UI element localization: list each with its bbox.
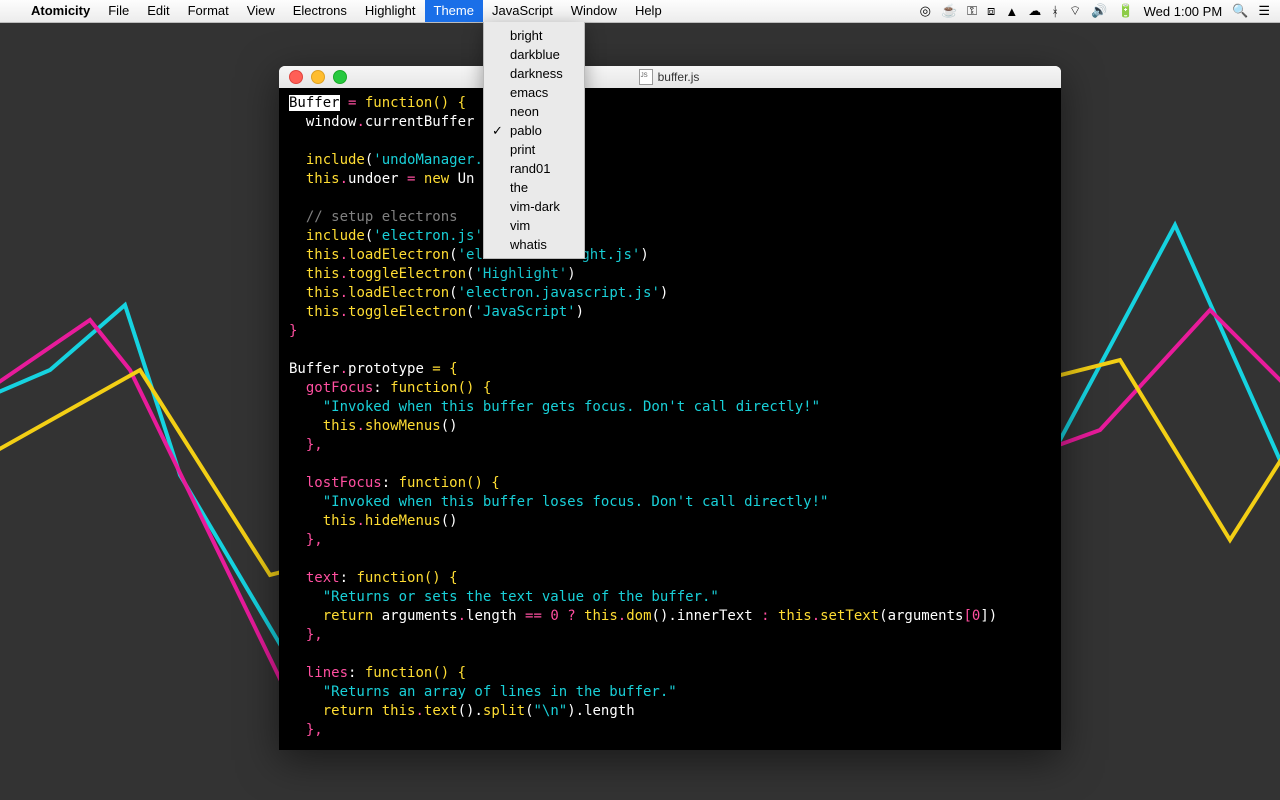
theme-item-pablo[interactable]: ✓pablo xyxy=(484,121,584,140)
theme-item-vim[interactable]: vim xyxy=(484,216,584,235)
window-titlebar[interactable]: buffer.js xyxy=(279,66,1061,89)
app-menu[interactable]: Atomicity xyxy=(22,0,99,22)
theme-item-the[interactable]: the xyxy=(484,178,584,197)
menu-electrons[interactable]: Electrons xyxy=(284,0,356,22)
menu-file[interactable]: File xyxy=(99,0,138,22)
theme-dropdown: bright darkblue darkness emacs neon ✓pab… xyxy=(483,22,585,259)
system-tray: ◎ ☕ ⚿ ⧈ ▲ ☁ ᚼ ⌔ 🔊 🔋 Wed 1:00 PM 🔍 ☰ xyxy=(920,3,1280,19)
key-icon[interactable]: ⚿ xyxy=(967,3,977,19)
document-icon xyxy=(639,69,653,85)
menu-javascript[interactable]: JavaScript xyxy=(483,0,562,22)
battery-icon[interactable]: 🔋 xyxy=(1117,3,1133,19)
theme-item-print[interactable]: print xyxy=(484,140,584,159)
theme-item-vim-dark[interactable]: vim-dark xyxy=(484,197,584,216)
drive-icon[interactable]: ▲ xyxy=(1005,4,1018,19)
menu-window[interactable]: Window xyxy=(562,0,626,22)
dropbox-icon[interactable]: ⧈ xyxy=(987,3,995,19)
spotlight-icon[interactable]: 🔍 xyxy=(1232,3,1248,19)
zoom-window-button[interactable] xyxy=(333,70,347,84)
menubar: Atomicity File Edit Format View Electron… xyxy=(0,0,1280,23)
theme-item-darkness[interactable]: darkness xyxy=(484,64,584,83)
notification-center-icon[interactable]: ☰ xyxy=(1258,3,1270,19)
menu-format[interactable]: Format xyxy=(179,0,238,22)
menu-view[interactable]: View xyxy=(238,0,284,22)
volume-icon[interactable]: 🔊 xyxy=(1091,3,1107,19)
theme-item-rand01[interactable]: rand01 xyxy=(484,159,584,178)
check-icon: ✓ xyxy=(492,122,503,139)
theme-item-emacs[interactable]: emacs xyxy=(484,83,584,102)
bluetooth-icon[interactable]: ᚼ xyxy=(1051,4,1059,19)
close-window-button[interactable] xyxy=(289,70,303,84)
theme-item-bright[interactable]: bright xyxy=(484,26,584,45)
siri-icon[interactable]: ◎ xyxy=(920,3,931,19)
menu-edit[interactable]: Edit xyxy=(138,0,178,22)
minimize-window-button[interactable] xyxy=(311,70,325,84)
menu-help[interactable]: Help xyxy=(626,0,671,22)
editor-window: buffer.js Buffer = function() { window.c… xyxy=(279,66,1061,750)
theme-item-neon[interactable]: neon xyxy=(484,102,584,121)
wifi-icon[interactable]: ⌔ xyxy=(1069,3,1081,19)
theme-item-whatis[interactable]: whatis xyxy=(484,235,584,254)
code-editor[interactable]: Buffer = function() { window.currentBuff… xyxy=(279,88,1061,750)
theme-item-darkblue[interactable]: darkblue xyxy=(484,45,584,64)
cloud-icon[interactable]: ☁ xyxy=(1028,3,1041,19)
coffee-icon[interactable]: ☕ xyxy=(941,3,957,19)
window-title: buffer.js xyxy=(658,70,700,84)
menu-theme[interactable]: Theme xyxy=(425,0,483,22)
menu-highlight[interactable]: Highlight xyxy=(356,0,425,22)
clock[interactable]: Wed 1:00 PM xyxy=(1144,4,1223,19)
